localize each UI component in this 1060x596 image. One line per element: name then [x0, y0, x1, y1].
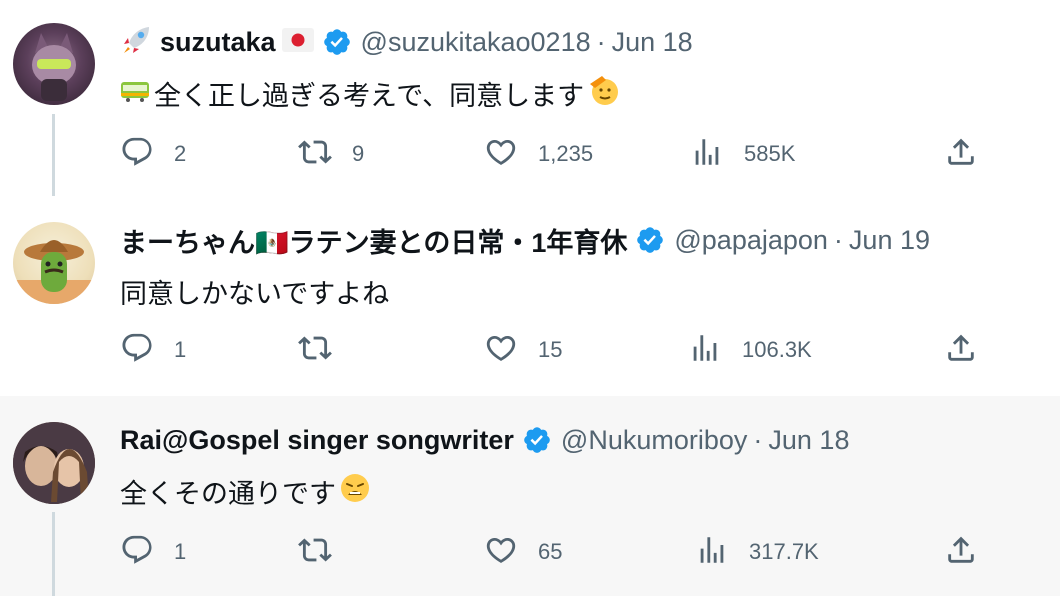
reply-button[interactable]: 2: [120, 134, 186, 174]
retweet-button[interactable]: [298, 532, 352, 572]
bar-chart-icon: [695, 533, 729, 572]
tweet-text-body: 同意しかないですよね: [120, 278, 390, 309]
like-count: 65: [538, 539, 563, 564]
share-button[interactable]: [944, 330, 978, 370]
timestamp[interactable]: Jun 18: [612, 27, 693, 58]
handle[interactable]: @suzukitakao0218: [361, 27, 591, 58]
heart-icon: [484, 331, 518, 370]
heart-icon: [484, 533, 518, 572]
reply-icon: [120, 135, 154, 174]
reply-icon: [120, 331, 154, 370]
retweet-icon: [298, 331, 332, 370]
reply-button[interactable]: 1: [120, 330, 186, 370]
bar-chart-icon: [690, 135, 724, 174]
retweet-icon: [298, 135, 332, 174]
display-name[interactable]: Rai@Gospel singer songwriter: [120, 425, 514, 456]
retweet-count: 9: [352, 141, 365, 166]
tweet-text: 全く正し過ぎる考えで、同意します: [120, 74, 1040, 112]
weary-face-icon: [338, 471, 372, 512]
like-button[interactable]: 15: [484, 330, 562, 370]
retweet-button[interactable]: [298, 330, 352, 370]
tweet-text-body: 全く正し過ぎる考えで、同意します: [154, 80, 585, 111]
tweet-text: 同意しかないですよね: [120, 272, 1040, 310]
handle[interactable]: @papajapon: [674, 225, 828, 256]
timestamp[interactable]: Jun 18: [768, 425, 849, 456]
tweet-text-body: 全くその通りです: [120, 478, 336, 509]
japan-flag-icon: [281, 27, 314, 57]
share-icon: [944, 135, 978, 174]
tweet-actions: 2 9 1,235 585K: [120, 134, 990, 174]
tweet[interactable]: Rai@Gospel singer songwriter @Nukumoribo…: [0, 396, 1060, 596]
views-count: 106.3K: [742, 337, 812, 362]
handle[interactable]: @Nukumoriboy: [561, 425, 747, 456]
rocket-icon: [120, 23, 154, 62]
verified-badge-icon[interactable]: [635, 225, 665, 255]
like-button[interactable]: 65: [484, 532, 562, 572]
views-button[interactable]: 585K: [690, 134, 795, 174]
tweet[interactable]: まーちゃん🇲🇽ラテン妻との日常・1年育休 @papajapon · Jun 19…: [0, 196, 1060, 396]
train-icon: [120, 78, 150, 109]
reply-icon: [120, 533, 154, 572]
share-icon: [944, 533, 978, 572]
heart-icon: [484, 135, 518, 174]
bar-chart-icon: [688, 331, 722, 370]
tweet-actions: 1 15 106.3K: [120, 330, 990, 370]
reply-button[interactable]: 1: [120, 532, 186, 572]
display-name[interactable]: suzutaka: [160, 27, 276, 58]
separator-dot: ·: [833, 224, 843, 255]
like-count: 1,235: [538, 141, 594, 166]
share-button[interactable]: [944, 134, 978, 174]
verified-badge-icon[interactable]: [322, 27, 352, 57]
tweet-text: 全くその通りです: [120, 472, 1040, 510]
avatar[interactable]: [13, 23, 95, 105]
reply-count: 2: [174, 141, 187, 166]
like-button[interactable]: 1,235: [484, 134, 593, 174]
like-count: 15: [538, 337, 563, 362]
separator-dot: ·: [596, 26, 606, 57]
views-button[interactable]: 317.7K: [695, 532, 819, 572]
saluting-face-icon: [586, 72, 622, 115]
share-button[interactable]: [944, 532, 978, 572]
retweet-icon: [298, 533, 332, 572]
reply-count: 1: [174, 337, 187, 362]
tweet-actions: 1 65 317.7K: [120, 532, 990, 572]
avatar[interactable]: [13, 222, 95, 304]
avatar[interactable]: [13, 422, 95, 504]
views-button[interactable]: 106.3K: [688, 330, 812, 370]
thread-line: [52, 512, 55, 596]
views-count: 585K: [744, 141, 796, 166]
share-icon: [944, 331, 978, 370]
display-name[interactable]: まーちゃん🇲🇽ラテン妻との日常・1年育休: [120, 221, 627, 260]
views-count: 317.7K: [749, 539, 819, 564]
separator-dot: ·: [753, 424, 763, 455]
tweet[interactable]: suzutaka @suzukitakao0218 · Jun 18 全く正し過…: [0, 0, 1060, 210]
timestamp[interactable]: Jun 19: [849, 225, 930, 256]
verified-badge-icon[interactable]: [522, 425, 552, 455]
reply-count: 1: [174, 539, 187, 564]
retweet-button[interactable]: 9: [298, 134, 364, 174]
